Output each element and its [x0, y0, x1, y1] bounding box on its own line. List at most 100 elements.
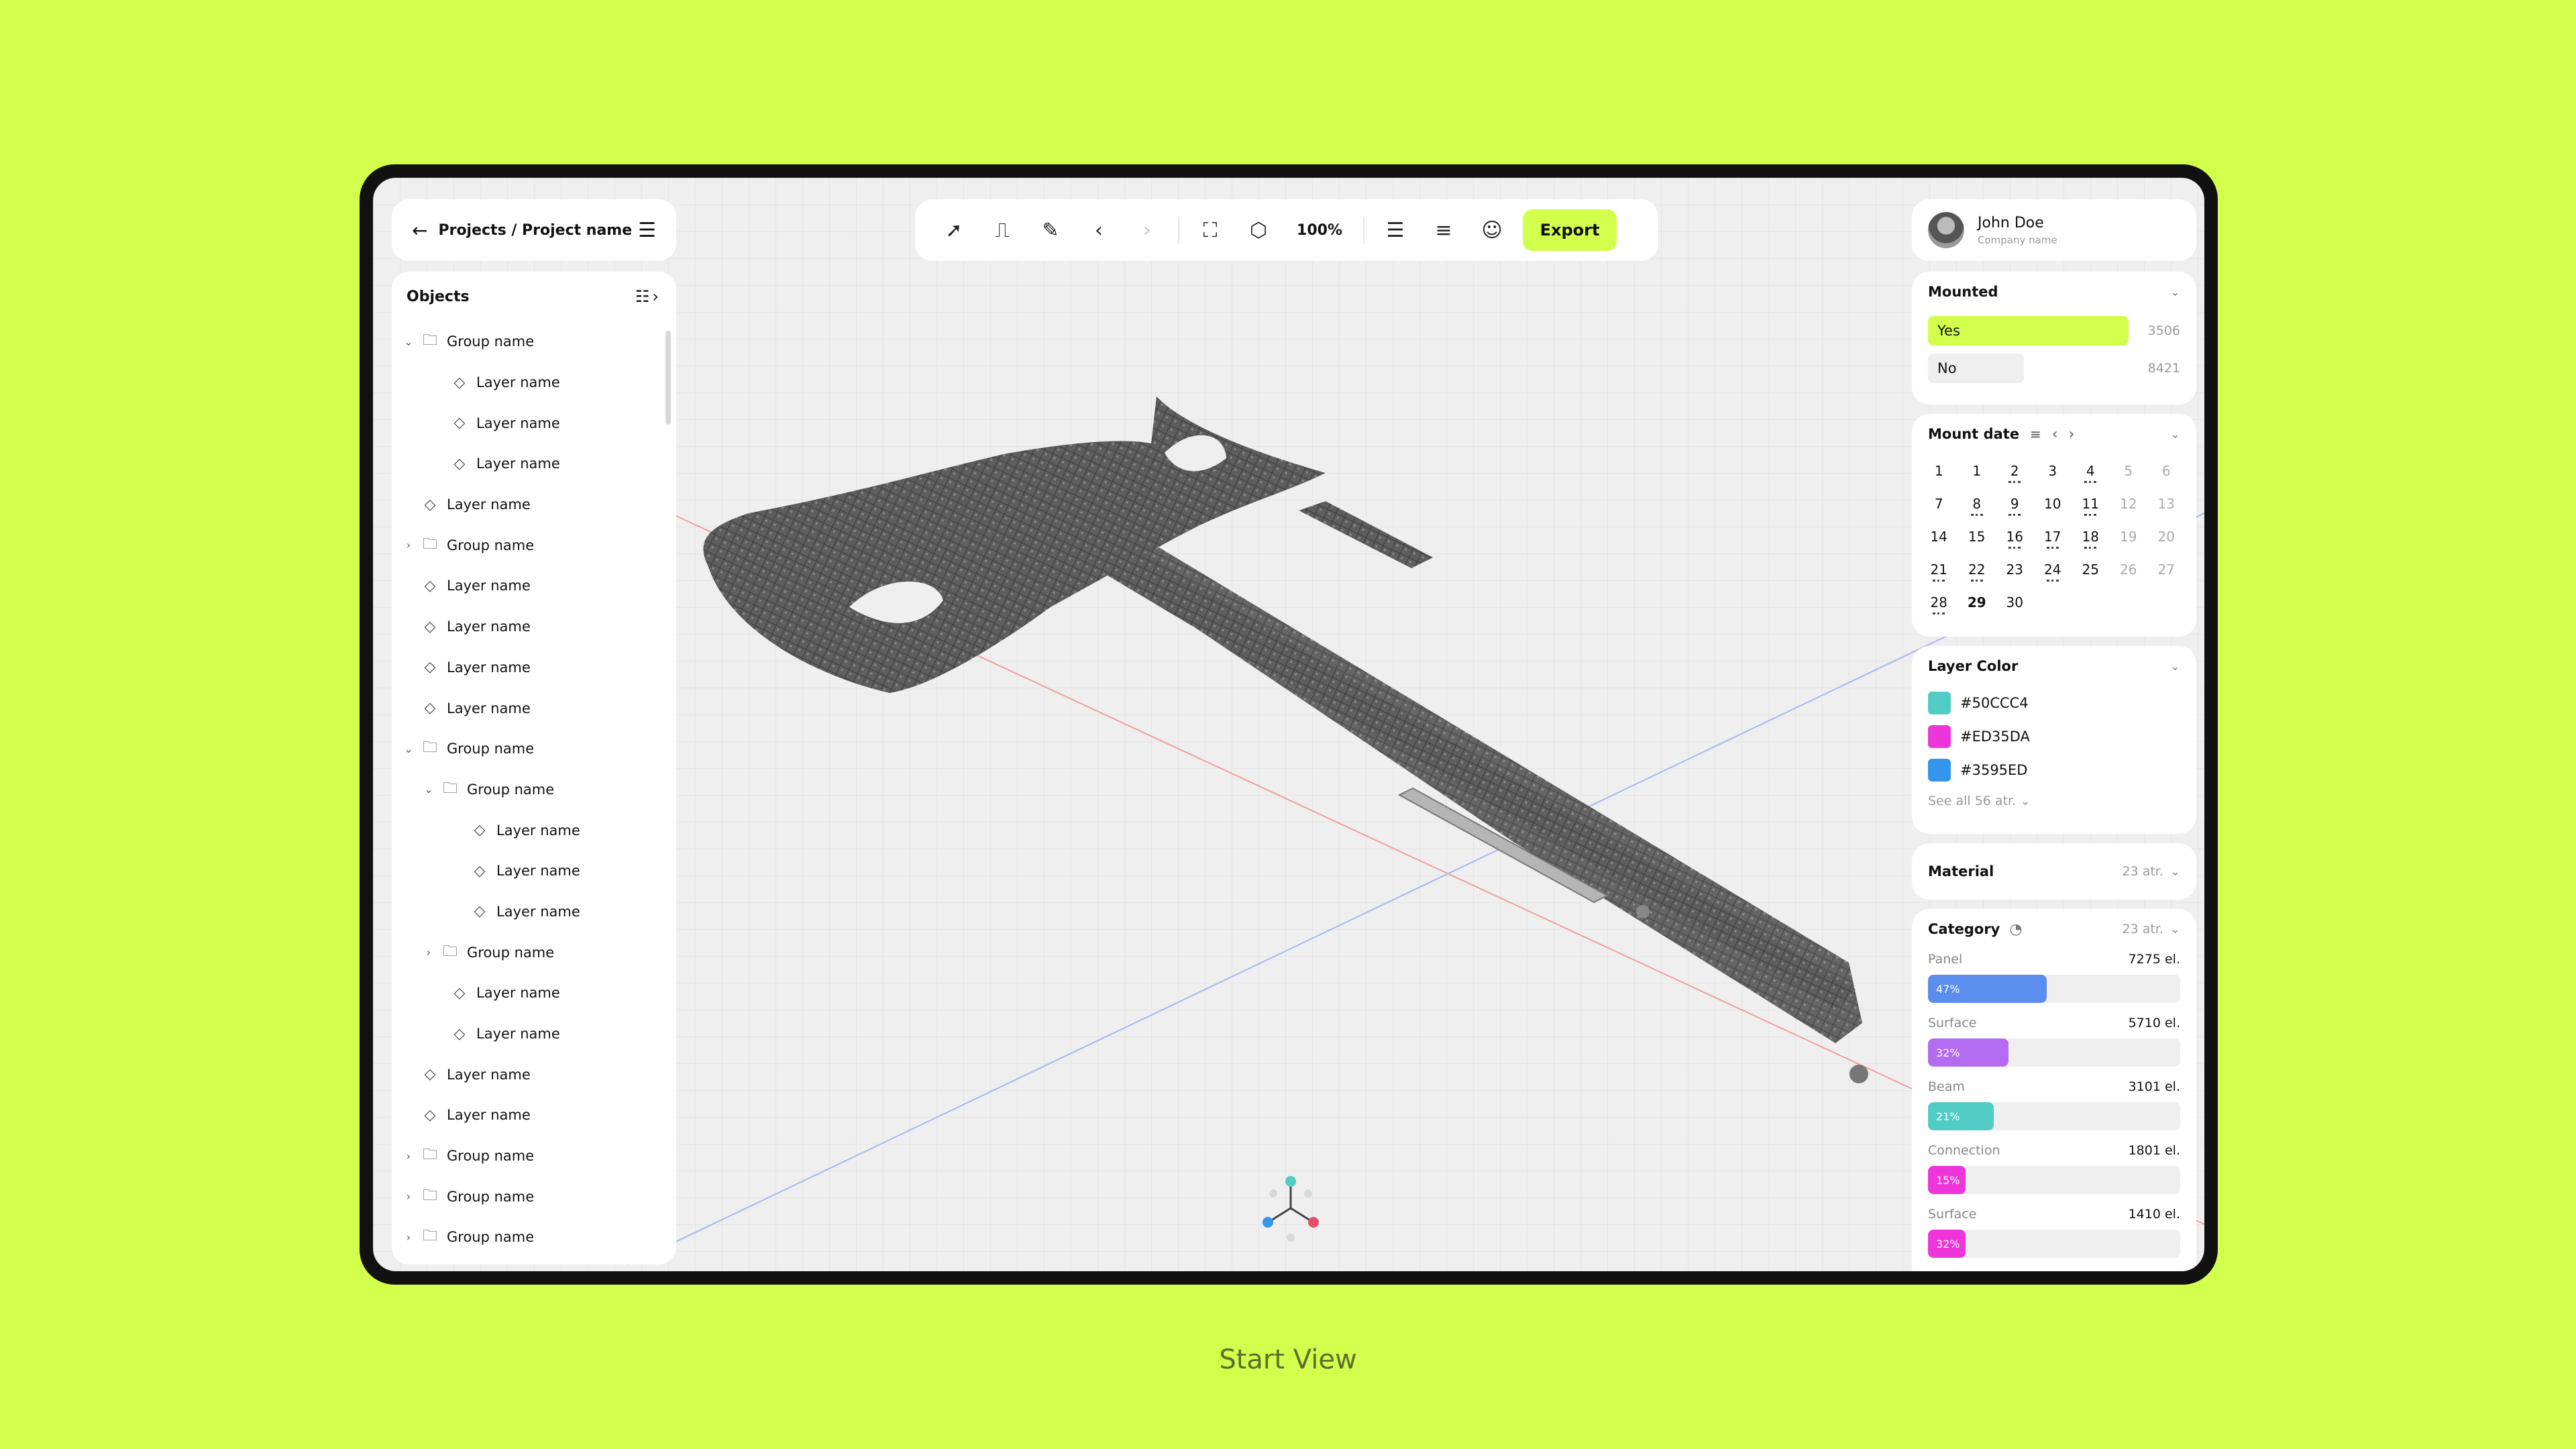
- category-item[interactable]: Surface 1410 el. 32%: [1912, 1204, 2196, 1268]
- tree-layer-item[interactable]: ◇ Layer name: [392, 1014, 676, 1055]
- tree-group-item[interactable]: › 🗀 Group name: [392, 1217, 676, 1258]
- objects-scrollbar[interactable]: [665, 331, 671, 425]
- material-filter[interactable]: Material 23 atr. ⌄: [1912, 843, 2196, 900]
- tree-group-item[interactable]: ⌄ 🗀 Group name: [392, 769, 676, 810]
- chevron-down-icon[interactable]: ⌄: [2170, 659, 2180, 674]
- mounted-option-yes[interactable]: Yes 3506: [1912, 312, 2196, 350]
- layer-color-item[interactable]: #ED35DA: [1912, 720, 2196, 753]
- pie-chart-icon[interactable]: ◔: [2009, 921, 2022, 938]
- ruler-icon[interactable]: ✎: [1026, 210, 1075, 250]
- calendar-day[interactable]: 28: [1920, 586, 1958, 619]
- cube-icon[interactable]: ⬡: [1234, 210, 1283, 250]
- undo-icon[interactable]: ‹: [1075, 210, 1123, 250]
- tree-layer-item[interactable]: ◇ Layer name: [392, 443, 676, 484]
- avatar[interactable]: [1928, 212, 1964, 248]
- list-icon[interactable]: ☰: [1371, 210, 1419, 250]
- calendar-day[interactable]: 24: [2034, 553, 2072, 586]
- calendar-day[interactable]: 8: [1958, 487, 1996, 520]
- tree-group-item[interactable]: › 🗀 Group name: [392, 525, 676, 566]
- chevron-down-icon[interactable]: ⌄: [2170, 427, 2180, 441]
- viewport-canvas[interactable]: ← Projects / Project name ☰ Objects ☷› ⌄…: [373, 178, 2204, 1271]
- calendar-day[interactable]: 18: [2072, 520, 2110, 553]
- tree-group-item[interactable]: › 🗀 Group name: [392, 1136, 676, 1177]
- tree-group-item[interactable]: › 🗀 Group name: [392, 932, 676, 973]
- tree-layer-item[interactable]: ◇ Layer name: [392, 688, 676, 729]
- calendar-day[interactable]: 30: [1996, 586, 2034, 619]
- redo-icon[interactable]: ›: [1123, 210, 1171, 250]
- tree-layer-item[interactable]: ◇ Layer name: [392, 1054, 676, 1095]
- category-item[interactable]: Connection 1801 el. 15%: [1912, 1140, 2196, 1204]
- tree-layer-item[interactable]: ◇ Layer name: [392, 606, 676, 647]
- tree-layer-item[interactable]: ◇ Layer name: [392, 566, 676, 606]
- calendar-day[interactable]: 17: [2034, 520, 2072, 553]
- zoom-level[interactable]: 100%: [1283, 222, 1356, 239]
- crop-icon[interactable]: ⛶: [1186, 210, 1234, 250]
- mounted-option-no[interactable]: No 8421: [1912, 350, 2196, 387]
- calendar-day[interactable]: 20: [2147, 520, 2186, 553]
- tree-group-item[interactable]: ⌄ 🗀 Group name: [392, 729, 676, 769]
- chevron-right-icon[interactable]: ›: [401, 539, 416, 551]
- tree-layer-item[interactable]: ◇ Layer name: [392, 362, 676, 403]
- calendar-day[interactable]: 2: [1996, 454, 2034, 487]
- chevron-down-icon[interactable]: ⌄: [421, 783, 436, 796]
- calendar-day[interactable]: 16: [1996, 520, 2034, 553]
- calendar-day[interactable]: 1: [1958, 454, 1996, 487]
- tree-layer-item[interactable]: ◇ Layer name: [392, 810, 676, 851]
- category-item[interactable]: Panel 7275 el. 47%: [1912, 949, 2196, 1013]
- chevron-down-icon[interactable]: ⌄: [401, 335, 416, 348]
- calendar-day[interactable]: 4: [2072, 454, 2110, 487]
- list-icon[interactable]: ≡: [2030, 426, 2041, 442]
- calendar-day[interactable]: 1: [1920, 454, 1958, 487]
- chevron-right-icon[interactable]: ›: [401, 1190, 416, 1203]
- calendar-day[interactable]: 25: [2072, 553, 2110, 586]
- calendar-day[interactable]: 10: [2034, 487, 2072, 520]
- tree-layer-item[interactable]: ◇ Layer name: [392, 1095, 676, 1136]
- calendar-day[interactable]: 23: [1996, 553, 2034, 586]
- calendar-day[interactable]: 13: [2147, 487, 2186, 520]
- calendar-day[interactable]: 9: [1996, 487, 2034, 520]
- calendar-day[interactable]: 26: [2110, 553, 2148, 586]
- category-item[interactable]: Beam 3101 el. 21%: [1912, 1077, 2196, 1140]
- tree-group-item[interactable]: ⌄ 🗀 Group name: [392, 321, 676, 362]
- cursor-icon[interactable]: ➚: [930, 210, 978, 250]
- calendar-day[interactable]: 19: [2110, 520, 2148, 553]
- calendar-day[interactable]: 7: [1920, 487, 1958, 520]
- user-card[interactable]: John Doe Company name: [1912, 199, 2196, 261]
- layer-color-item[interactable]: #50CCC4: [1912, 686, 2196, 720]
- calendar-day[interactable]: 11: [2072, 487, 2110, 520]
- category-item[interactable]: Surface 5710 el. 32%: [1912, 1013, 2196, 1077]
- calendar-day[interactable]: 5: [2110, 454, 2148, 487]
- chevron-right-icon[interactable]: ›: [421, 946, 436, 959]
- see-all-link[interactable]: See all 56 atr. ⌄: [1912, 787, 2196, 808]
- user-icon[interactable]: ☺: [1468, 210, 1516, 250]
- tree-layer-item[interactable]: ◇ Layer name: [392, 647, 676, 688]
- filter-icon[interactable]: ☷›: [635, 287, 661, 306]
- tree-layer-item[interactable]: ◇ Layer name: [392, 892, 676, 932]
- chevron-down-icon[interactable]: ⌄: [2170, 922, 2180, 936]
- tree-layer-item[interactable]: ◇ Layer name: [392, 402, 676, 443]
- tree-layer-item[interactable]: ◇ Layer name: [392, 851, 676, 892]
- tree-group-item[interactable]: › 🗀 Group name: [392, 1176, 676, 1217]
- calendar-day[interactable]: 29: [1958, 586, 1996, 619]
- hamburger-menu-icon[interactable]: ☰: [638, 219, 656, 242]
- back-arrow-icon[interactable]: ←: [412, 219, 427, 241]
- calendar-day[interactable]: 3: [2034, 454, 2072, 487]
- calendar-day[interactable]: 21: [1920, 553, 1958, 586]
- chevron-right-icon[interactable]: ›: [401, 1150, 416, 1163]
- layer-color-item[interactable]: #3595ED: [1912, 753, 2196, 787]
- calendar-day[interactable]: 6: [2147, 454, 2186, 487]
- menu-icon[interactable]: ≡: [1419, 210, 1468, 250]
- tree-layer-item[interactable]: ◇ Layer name: [392, 484, 676, 525]
- axis-gizmo[interactable]: [1263, 1176, 1319, 1242]
- chevron-left-icon[interactable]: ‹: [2052, 426, 2058, 443]
- tree-layer-item[interactable]: ◇ Layer name: [392, 973, 676, 1014]
- export-button[interactable]: Export: [1523, 209, 1617, 251]
- chevron-right-icon[interactable]: ›: [2069, 426, 2075, 443]
- breadcrumb-title[interactable]: Projects / Project name: [438, 222, 638, 239]
- chevron-right-icon[interactable]: ›: [401, 1231, 416, 1244]
- chevron-down-icon[interactable]: ⌄: [401, 743, 416, 755]
- calendar-day[interactable]: 27: [2147, 553, 2186, 586]
- chevron-down-icon[interactable]: ⌄: [2170, 865, 2180, 879]
- calendar-day[interactable]: 12: [2110, 487, 2148, 520]
- paint-roller-icon[interactable]: ⎍: [978, 210, 1026, 250]
